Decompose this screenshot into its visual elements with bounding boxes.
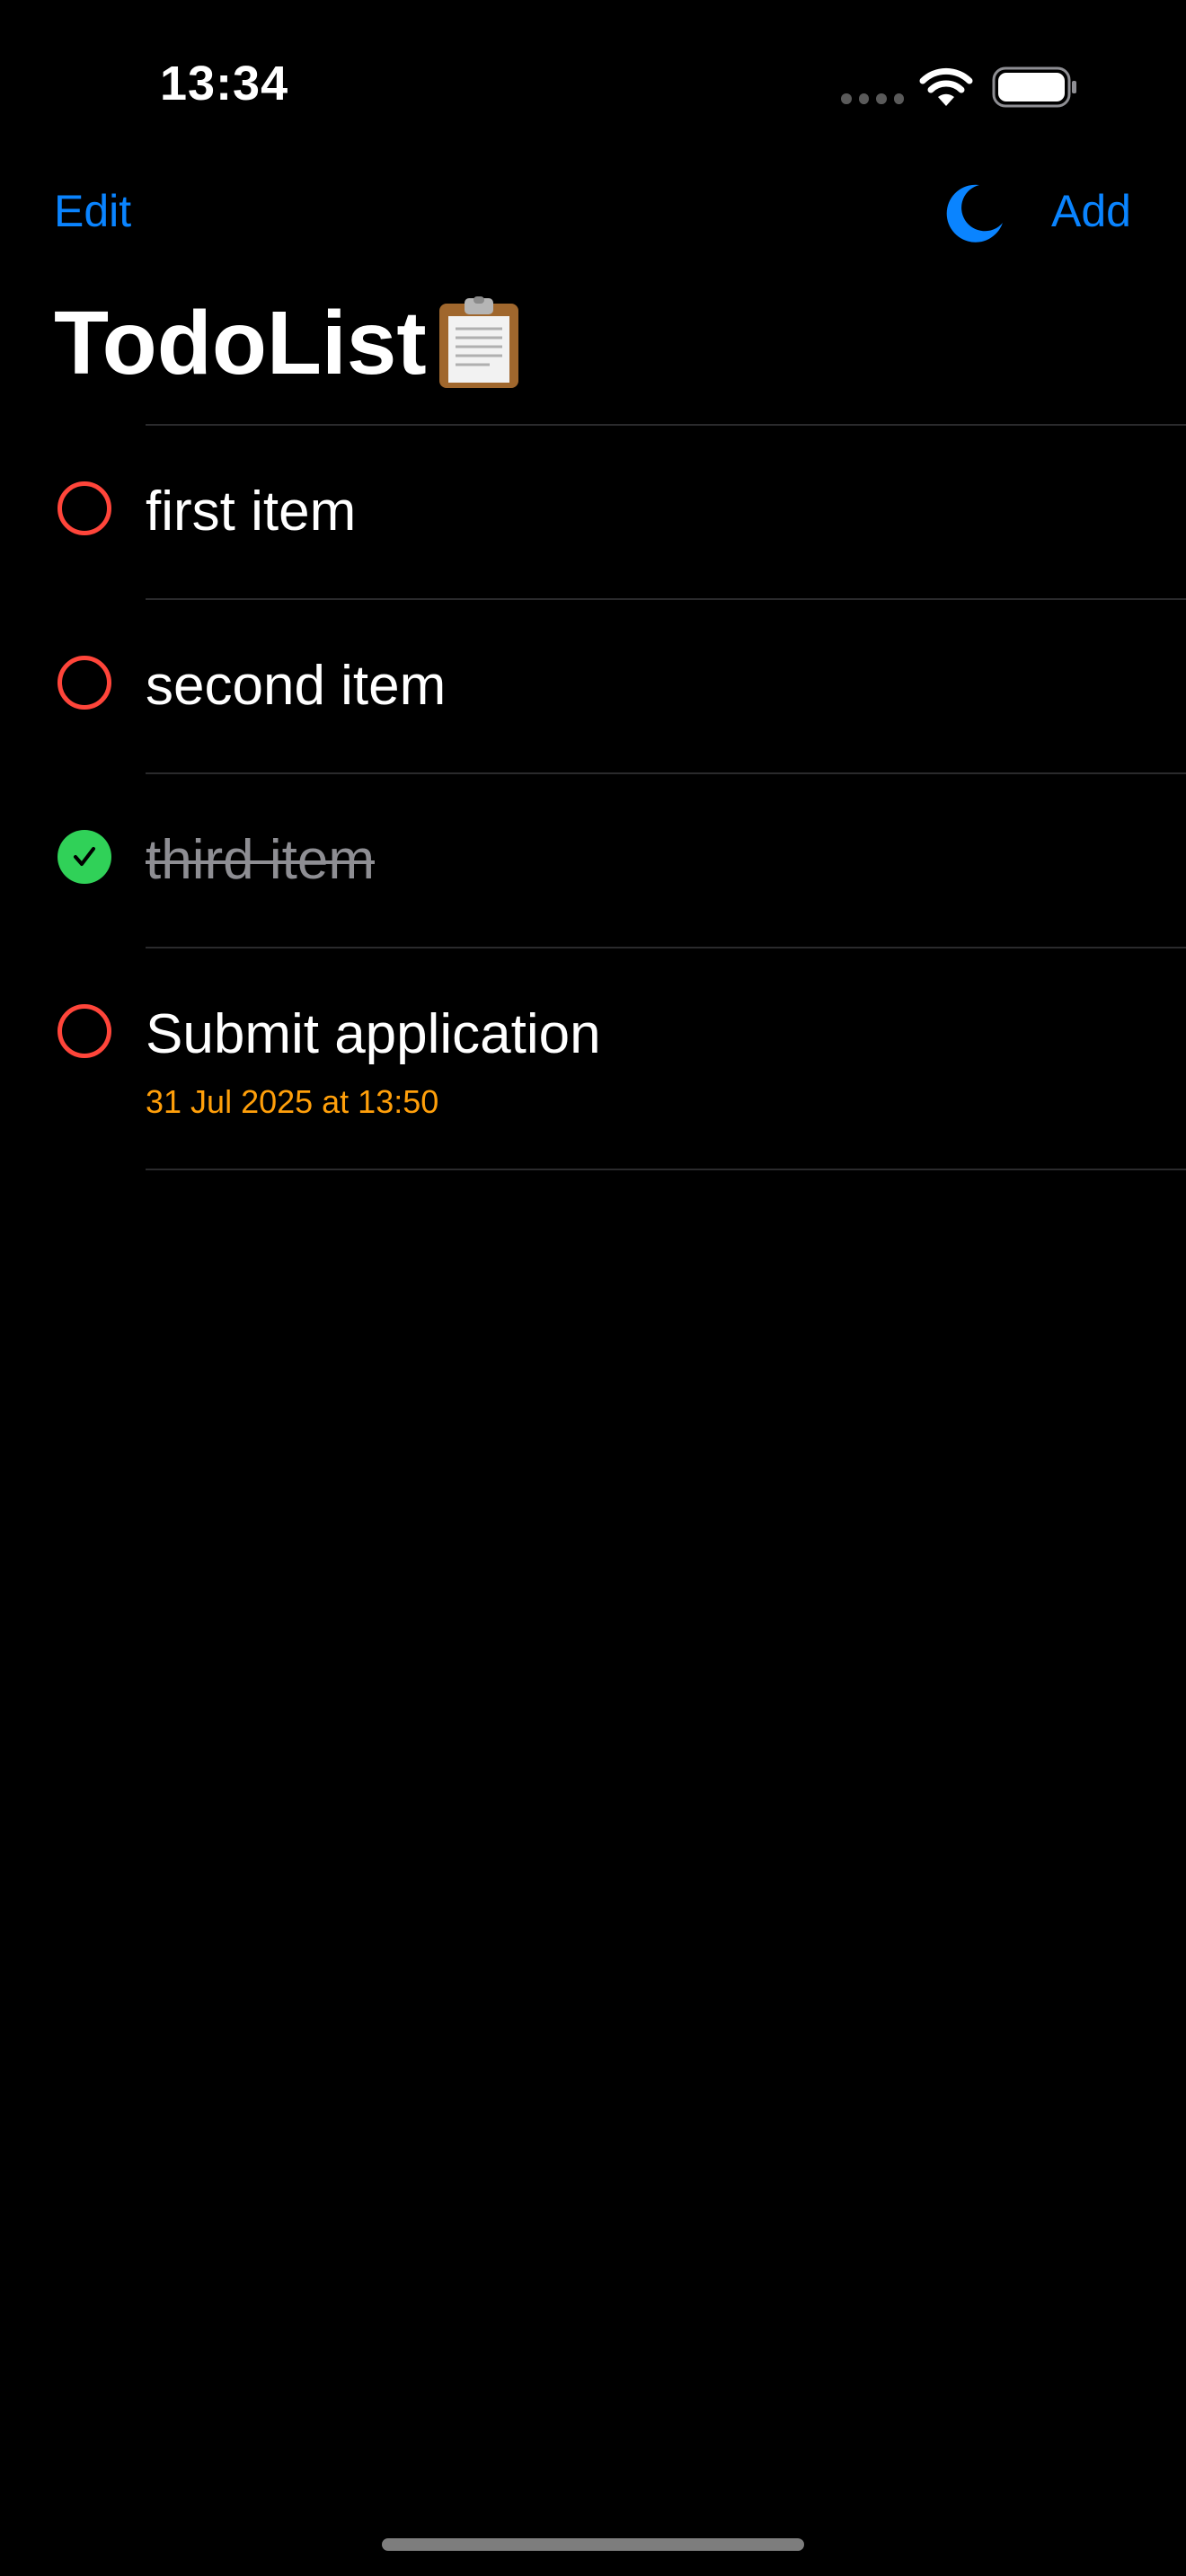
todo-due-date: 31 Jul 2025 at 13:50	[146, 1083, 439, 1120]
status-bar: 13:34	[0, 0, 1186, 162]
status-time: 13:34	[160, 57, 289, 110]
moon-icon[interactable]	[940, 180, 1006, 246]
cellular-dots-icon	[841, 93, 904, 106]
incomplete-circle-icon[interactable]	[58, 656, 111, 710]
divider	[146, 1169, 1186, 1170]
todo-row[interactable]: second item	[0, 600, 1186, 772]
incomplete-circle-icon[interactable]	[58, 1004, 111, 1058]
todo-row[interactable]: first item	[0, 426, 1186, 598]
todo-title: third item	[146, 829, 375, 891]
checkmark-circle-icon[interactable]	[58, 830, 111, 884]
add-button[interactable]: Add	[1051, 185, 1131, 237]
page-title: TodoList	[54, 296, 522, 390]
todo-row[interactable]: third item	[0, 774, 1186, 947]
wifi-icon	[919, 67, 973, 106]
todo-list: first item second item third item Submit…	[0, 424, 1186, 1170]
todo-title: Submit application	[146, 1003, 601, 1065]
incomplete-circle-icon[interactable]	[58, 481, 111, 535]
page-title-text: TodoList	[54, 293, 427, 393]
todo-row[interactable]: Submit application 31 Jul 2025 at 13:50	[0, 948, 1186, 1169]
clipboard-icon	[438, 296, 518, 388]
edit-button[interactable]: Edit	[54, 185, 131, 237]
todo-title: first item	[146, 481, 357, 543]
todo-title: second item	[146, 655, 447, 717]
home-indicator[interactable]	[382, 2538, 804, 2551]
battery-icon	[992, 66, 1076, 108]
